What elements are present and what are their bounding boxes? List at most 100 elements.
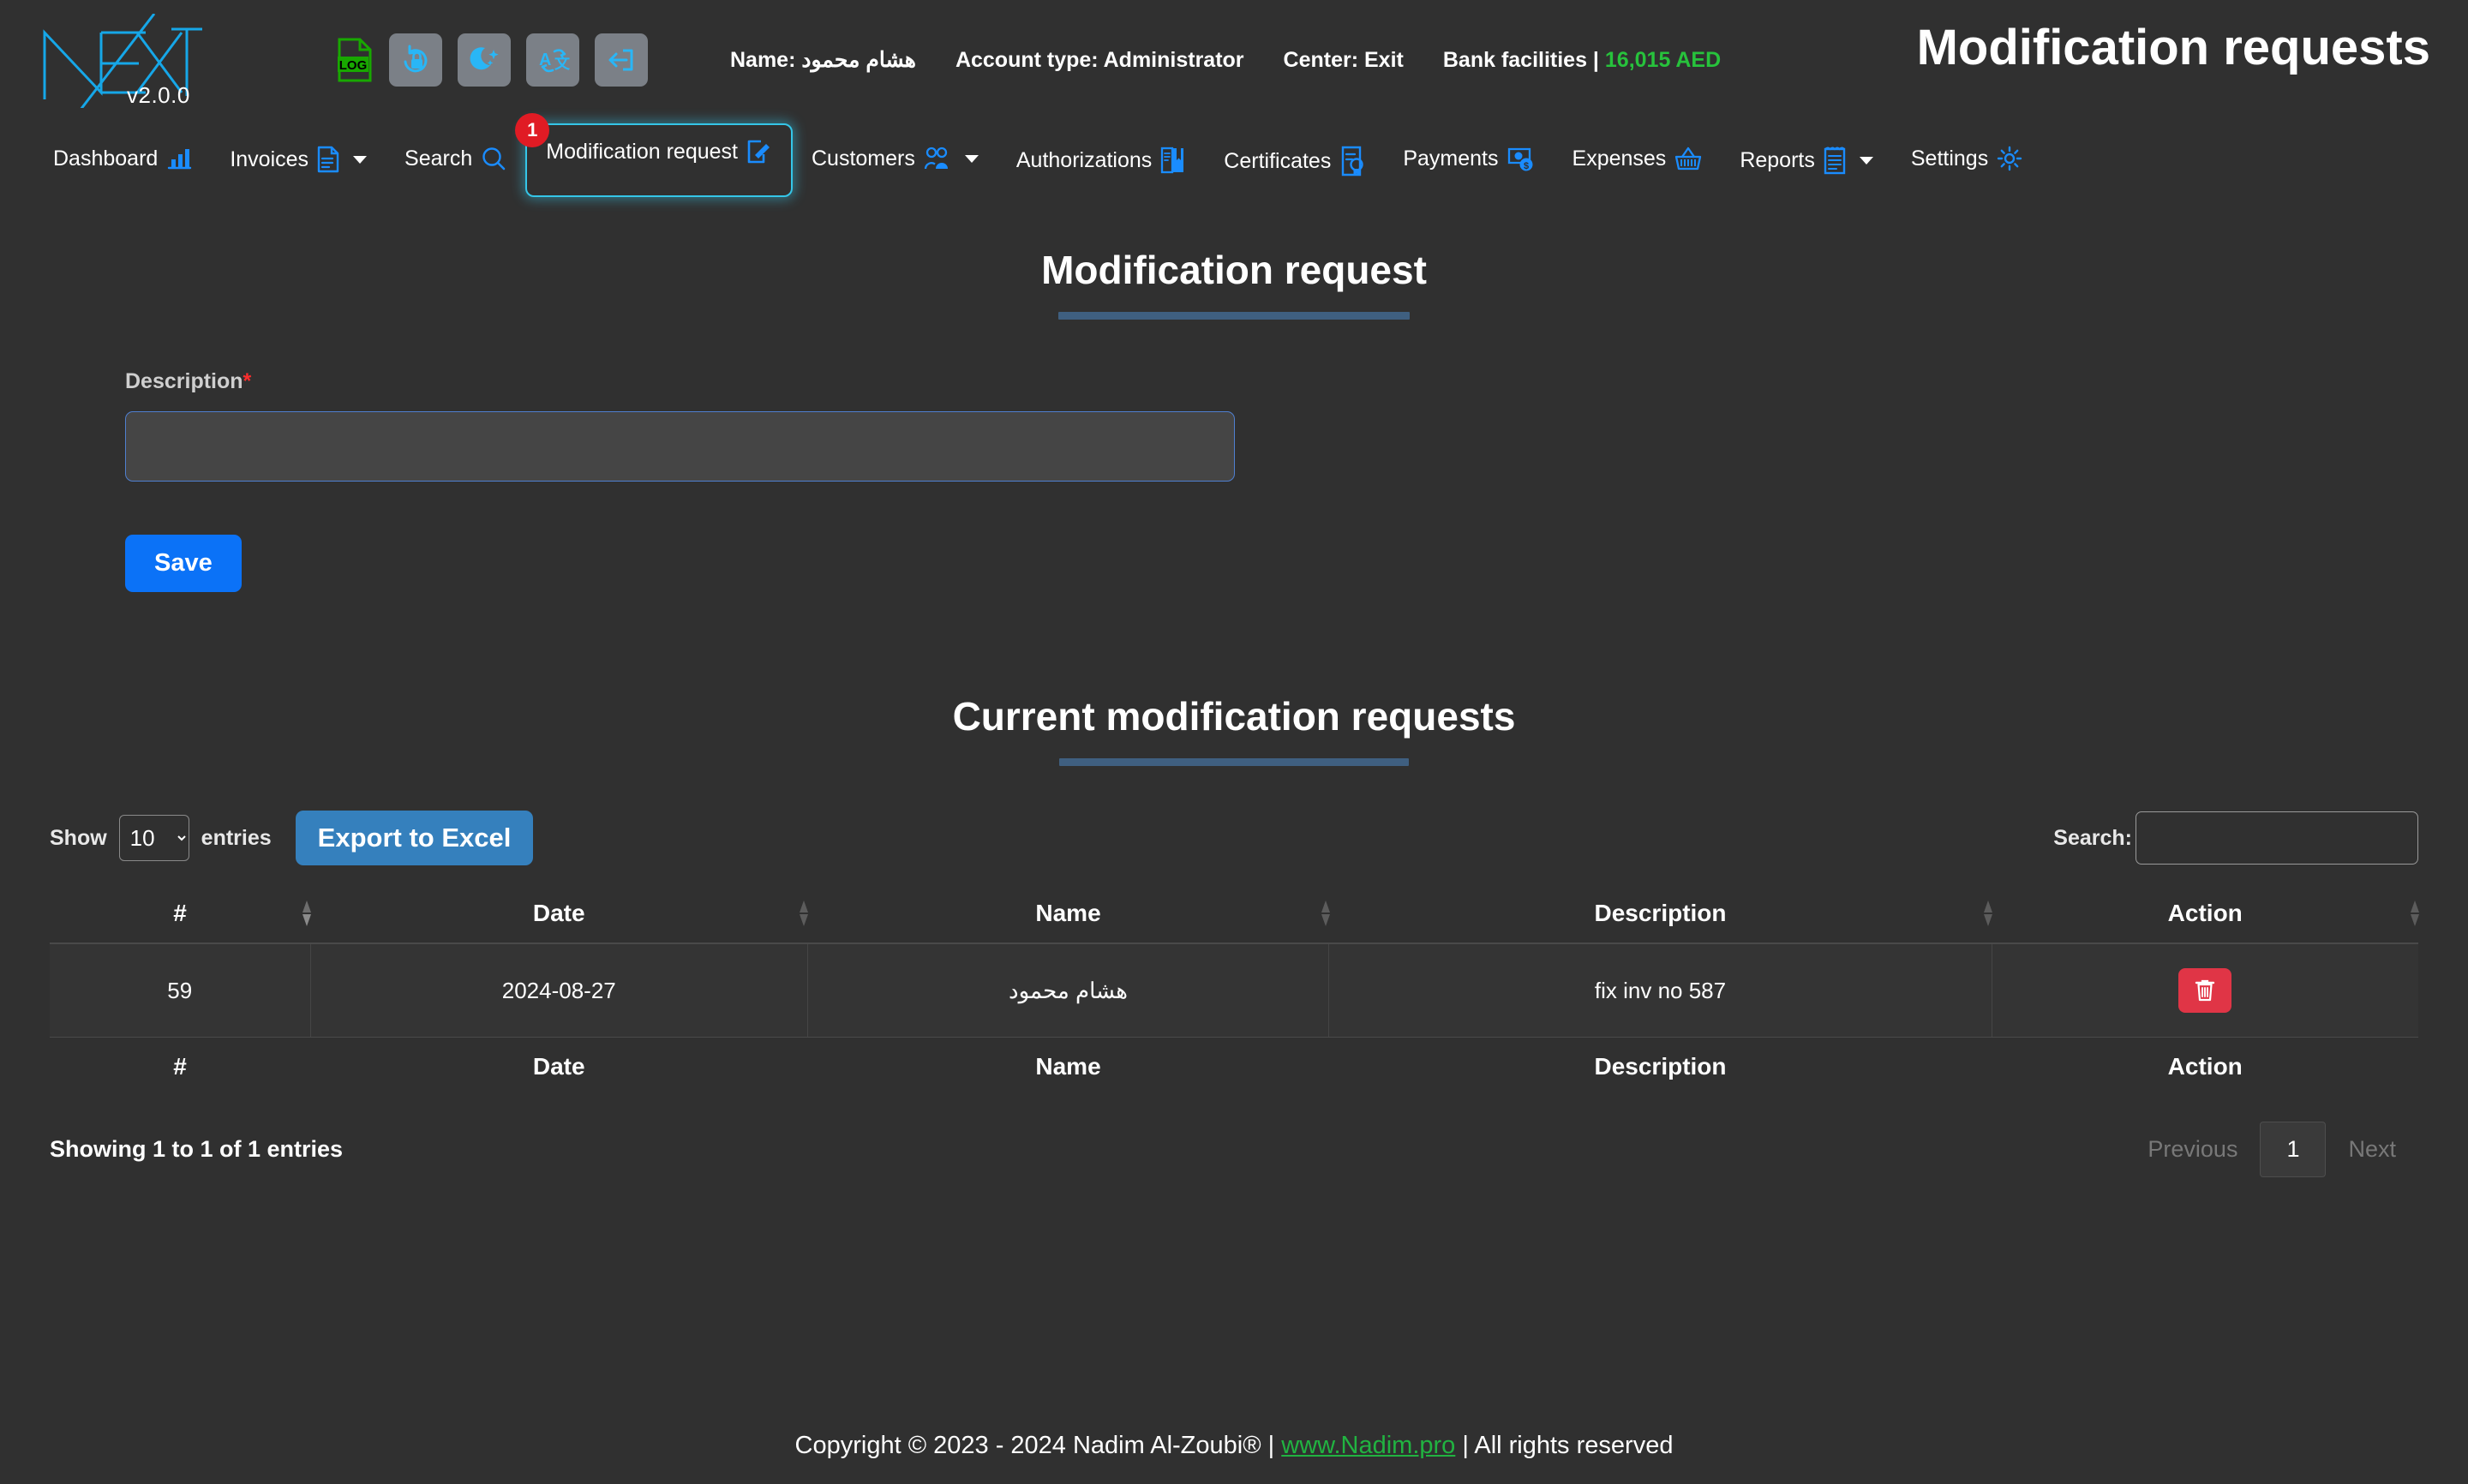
table-header-row: # Date Name (50, 884, 2418, 943)
save-button[interactable]: Save (125, 535, 242, 592)
form-heading: Modification request (0, 247, 2468, 293)
bank-facilities-label: Bank facilities | (1443, 48, 1599, 72)
nav-label-payments: Payments (1403, 147, 1498, 171)
table-heading-underline (1059, 758, 1409, 766)
description-input[interactable] (125, 411, 1235, 482)
footer-link[interactable]: www.Nadim.pro (1281, 1432, 1455, 1459)
entries-control: Show 10 25 50 100 entries Export to Exce… (50, 811, 533, 865)
trash-icon (2194, 978, 2216, 1002)
gear-icon (1997, 146, 2022, 171)
page-title: Modification requests (1917, 19, 2430, 76)
dark-mode-button[interactable] (458, 33, 511, 87)
app-logo[interactable]: v2.0.0 (26, 9, 223, 111)
svg-text:LOG: LOG (339, 58, 368, 73)
chevron-down-icon-invoices (353, 156, 367, 164)
chevron-down-icon-reports (1860, 157, 1873, 165)
nav-label-modification-request: Modification request (546, 140, 738, 165)
nav-badge-modification-request: 1 (515, 113, 549, 147)
chevron-down-icon-customers (965, 155, 979, 163)
table-head: # Date Name (50, 884, 2418, 943)
account-summary: Name: هشام محمود Account type: Administr… (730, 47, 1721, 73)
pagination-page-1[interactable]: 1 (2260, 1122, 2326, 1177)
nav-label-certificates: Certificates (1224, 149, 1331, 174)
nav-item-expenses[interactable]: Expenses (1554, 134, 1722, 183)
nav-item-search[interactable]: Search (386, 134, 525, 183)
bar-chart-icon (166, 146, 192, 171)
account-center: Center: Exit (1284, 48, 1404, 73)
column-header-action-label: Action (2168, 900, 2243, 926)
modification-request-form: Description* Save (0, 369, 2468, 592)
basket-icon (1674, 146, 1702, 171)
nav-item-payments[interactable]: Payments $ (1384, 134, 1553, 183)
logout-icon (604, 43, 638, 77)
document-icon (317, 146, 339, 173)
lock-refresh-icon (398, 43, 433, 77)
table-controls: Show 10 25 50 100 entries Export to Exce… (50, 811, 2418, 865)
nav-item-settings[interactable]: Settings (1892, 134, 2041, 183)
pagination-next[interactable]: Next (2326, 1122, 2418, 1177)
magnifier-icon (481, 146, 506, 171)
main-content: Modification request Description* Save C… (0, 247, 2468, 1177)
footer-header-description: Description (1329, 1038, 1992, 1097)
cell-name: هشام محمود (807, 943, 1328, 1038)
form-heading-underline (1058, 312, 1410, 320)
money-icon: $ (1507, 146, 1535, 171)
table-search: Search: (2053, 811, 2418, 865)
reset-password-button[interactable] (389, 33, 442, 87)
nav-item-customers[interactable]: Customers (793, 134, 997, 183)
certificate-icon (1339, 146, 1365, 177)
show-label: Show (50, 826, 107, 851)
svg-text:$: $ (1523, 161, 1528, 171)
nav-item-authorizations[interactable]: Authorizations (997, 134, 1205, 187)
pagination: Previous 1 Next (2125, 1122, 2418, 1177)
footer-copyright-prefix: Copyright © 2023 - 2024 Nadim Al-Zoubi® … (795, 1432, 1282, 1459)
quick-tools: LOG A 文 (336, 33, 648, 87)
nav-item-reports[interactable]: Reports (1721, 134, 1892, 187)
logout-button[interactable] (595, 33, 648, 87)
books-icon (1160, 146, 1186, 175)
table-row[interactable]: 59 2024-08-27 هشام محمود fix inv no 587 (50, 943, 2418, 1038)
log-file-icon[interactable]: LOG (336, 38, 374, 82)
nav-label-search: Search (404, 147, 472, 171)
nav-label-dashboard: Dashboard (53, 147, 158, 171)
nav-item-dashboard[interactable]: Dashboard (34, 134, 211, 183)
cell-number: 59 (50, 943, 310, 1038)
column-header-description[interactable]: Description (1329, 884, 1992, 943)
report-icon (1824, 146, 1846, 175)
export-to-excel-button[interactable]: Export to Excel (296, 811, 534, 865)
table-footer-row: # Date Name Description Action (50, 1038, 2418, 1097)
cell-action (1992, 943, 2418, 1038)
cell-date: 2024-08-27 (310, 943, 807, 1038)
footer-header-name: Name (807, 1038, 1328, 1097)
column-header-name[interactable]: Name (807, 884, 1328, 943)
table-footer-bar: Showing 1 to 1 of 1 entries Previous 1 N… (50, 1122, 2418, 1177)
nav-label-reports: Reports (1740, 148, 1815, 173)
column-header-date[interactable]: Date (310, 884, 807, 943)
edit-square-icon (746, 139, 772, 165)
entries-label: entries (201, 826, 272, 851)
nav-label-invoices: Invoices (230, 147, 308, 172)
nav-item-certificates[interactable]: Certificates (1205, 134, 1384, 188)
search-input[interactable] (2136, 811, 2418, 865)
column-header-action[interactable]: Action (1992, 884, 2418, 943)
pagination-previous[interactable]: Previous (2125, 1122, 2260, 1177)
footer-copyright-suffix: | All rights reserved (1455, 1432, 1673, 1459)
nav-item-modification-request[interactable]: 1 Modification request (525, 123, 793, 197)
bank-facilities: Bank facilities | 16,015 AED (1443, 48, 1721, 73)
app-version: v2.0.0 (127, 82, 190, 109)
description-label-text: Description (125, 369, 243, 393)
entries-select[interactable]: 10 25 50 100 (119, 815, 189, 861)
sort-arrows-icon (2408, 899, 2422, 928)
language-button[interactable]: A 文 (526, 33, 579, 87)
requests-datatable: Show 10 25 50 100 entries Export to Exce… (50, 811, 2418, 1177)
users-icon (924, 146, 951, 171)
moon-icon (467, 43, 501, 77)
form-heading-block: Modification request (0, 247, 2468, 320)
account-name: Name: هشام محمود (730, 47, 916, 73)
footer-header-number: # (50, 1038, 310, 1097)
nav-item-invoices[interactable]: Invoices (211, 134, 386, 185)
column-header-number[interactable]: # (50, 884, 310, 943)
bank-facilities-amount: 16,015 AED (1605, 48, 1721, 72)
delete-row-button[interactable] (2178, 968, 2231, 1013)
footer-header-date: Date (310, 1038, 807, 1097)
